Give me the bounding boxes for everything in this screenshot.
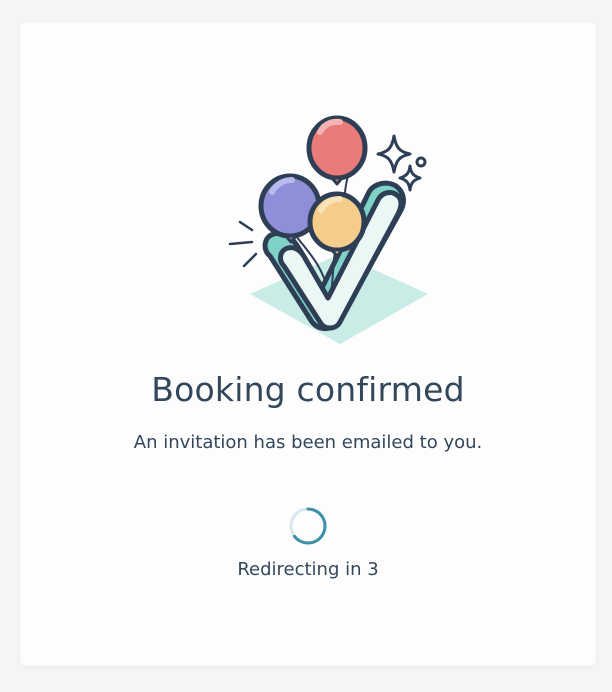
red-balloon-icon <box>306 115 368 186</box>
balloons-checkmark-illustration <box>228 115 428 344</box>
motion-lines-icon <box>228 220 258 268</box>
loading-spinner-icon <box>289 507 327 545</box>
page-title: Booking confirmed <box>151 370 465 409</box>
confirmation-message: An invitation has been emailed to you. <box>133 432 483 453</box>
redirect-countdown: Redirecting in 3 <box>237 559 379 580</box>
confirmation-card: Booking confirmed An invitation has been… <box>20 22 596 666</box>
